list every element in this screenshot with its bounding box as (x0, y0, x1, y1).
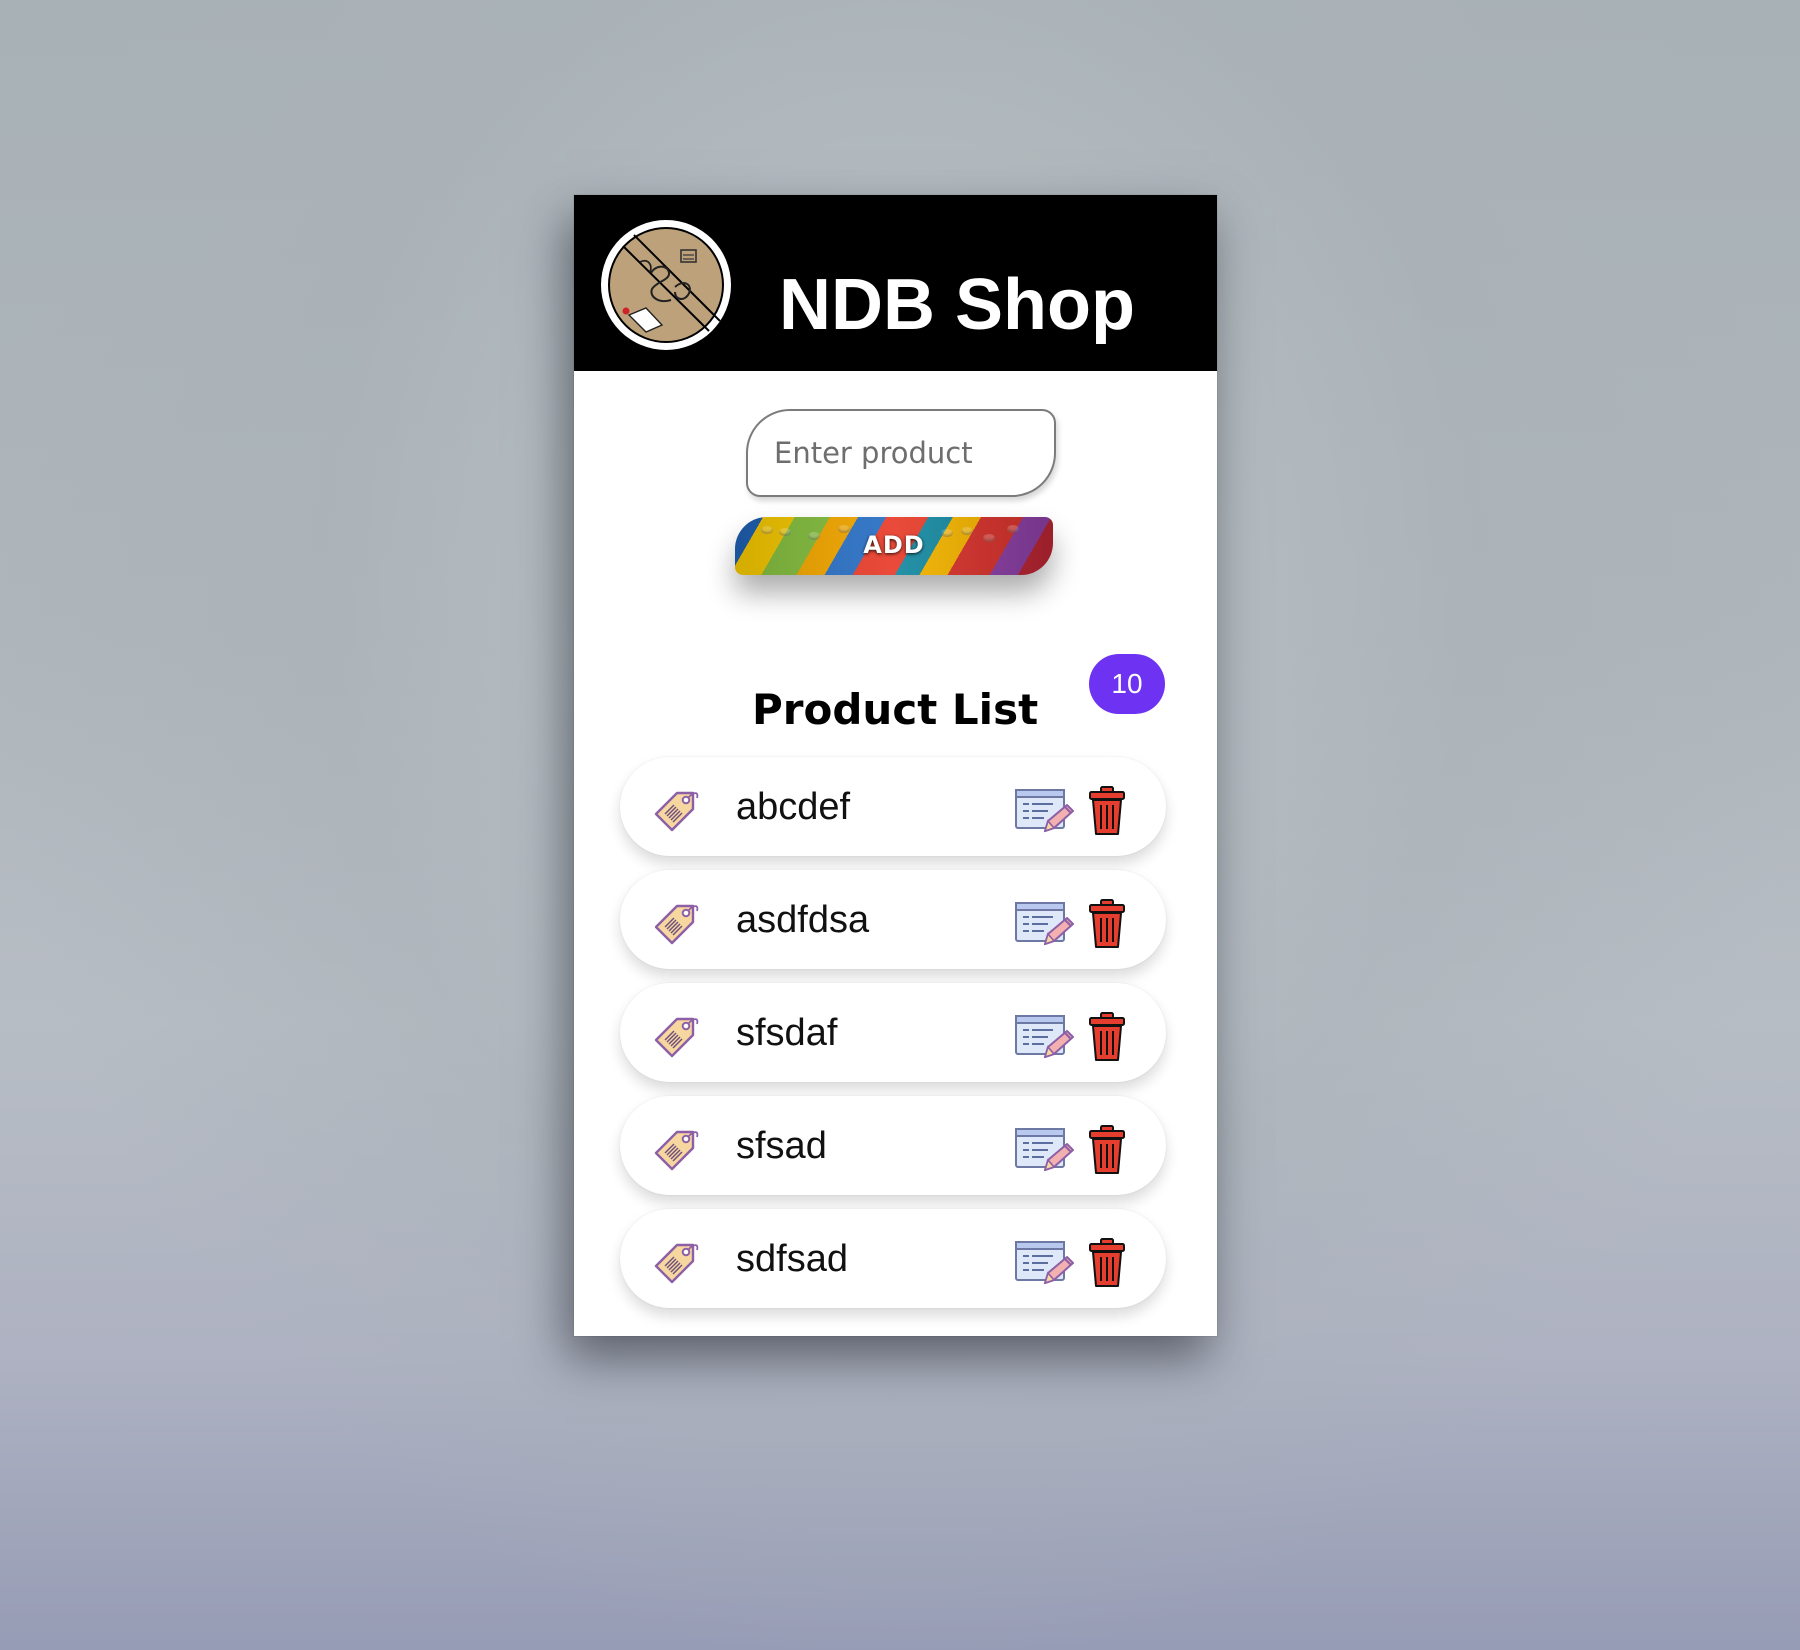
tag-icon (654, 1243, 699, 1284)
tag-icon (654, 904, 699, 945)
tag-icon (654, 1017, 699, 1058)
product-row: abcdef (620, 757, 1166, 856)
trash-icon[interactable] (1087, 1124, 1127, 1176)
trash-icon[interactable] (1087, 898, 1127, 950)
product-name: sdfsad (736, 1238, 848, 1280)
shop-logo (601, 220, 731, 350)
trash-icon[interactable] (1087, 785, 1127, 837)
product-name: sfsdaf (736, 1012, 838, 1054)
edit-icon[interactable] (1014, 787, 1074, 837)
product-row: sdfsad (620, 1209, 1166, 1308)
trash-icon[interactable] (1087, 1011, 1127, 1063)
edit-icon[interactable] (1014, 1126, 1074, 1176)
app-card: NDB Shop ADD Product List 10 (574, 195, 1217, 1336)
trash-icon[interactable] (1087, 1237, 1127, 1289)
product-name: abcdef (736, 786, 851, 828)
product-row: asdfdsa (620, 870, 1166, 969)
tag-icon (654, 1130, 699, 1171)
add-product-button[interactable]: ADD (735, 517, 1053, 575)
edit-icon[interactable] (1014, 1239, 1074, 1289)
edit-icon[interactable] (1014, 1013, 1074, 1063)
product-name: sfsad (736, 1125, 827, 1167)
app-header: NDB Shop (574, 195, 1217, 371)
product-list: abcdef asdfdsa sfsdaf sfsad sdfsad (620, 757, 1166, 1336)
tag-icon (654, 791, 699, 832)
product-list-title: Product List (752, 685, 1039, 734)
shop-title: NDB Shop (779, 265, 1135, 345)
product-name: asdfdsa (736, 899, 870, 941)
edit-icon[interactable] (1014, 900, 1074, 950)
product-row: sfsad (620, 1096, 1166, 1195)
product-row: sfsdaf (620, 983, 1166, 1082)
add-button-label: ADD (863, 531, 925, 559)
product-input[interactable] (746, 409, 1056, 497)
product-count-badge: 10 (1089, 654, 1165, 714)
